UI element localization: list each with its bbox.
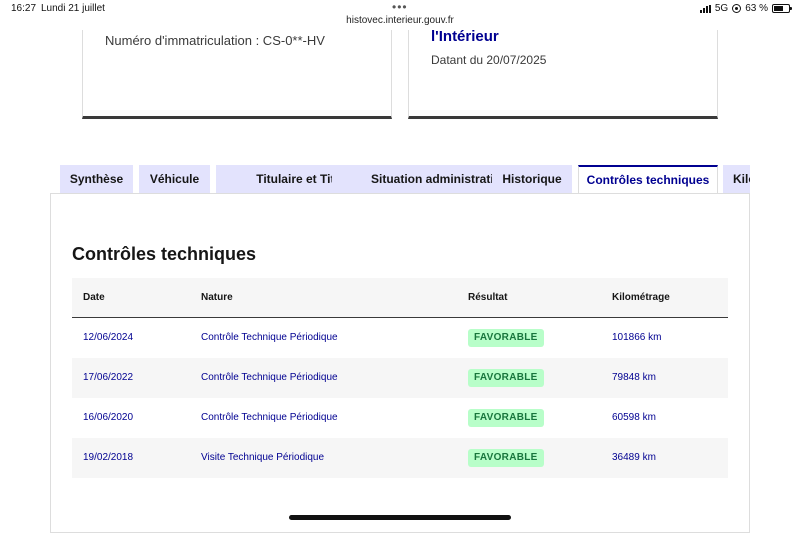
table-header: Date Nature Résultat Kilométrage xyxy=(72,278,728,318)
row-nature: Visite Technique Périodique xyxy=(201,452,325,463)
more-dots-icon[interactable]: ••• xyxy=(392,0,408,14)
battery-icon xyxy=(772,4,792,13)
row-date: 12/06/2024 xyxy=(83,332,134,343)
cell-signal-icon xyxy=(699,4,711,13)
result-badge: FAVORABLE xyxy=(468,369,544,387)
result-badge: FAVORABLE xyxy=(468,329,544,347)
source-title: l'Intérieur xyxy=(431,28,499,45)
row-nature: Contrôle Technique Périodique xyxy=(201,412,338,423)
source-date: Datant du 20/07/2025 xyxy=(431,53,547,67)
tab-vehicule[interactable]: Véhicule xyxy=(139,165,210,193)
status-bar: 16:27 Lundi 21 juillet ••• histovec.inte… xyxy=(0,0,800,30)
header-km: Kilométrage xyxy=(612,292,670,303)
tab-controles-techniques[interactable]: Contrôles techniques xyxy=(578,165,718,193)
tab-historique[interactable]: Historique xyxy=(492,165,572,193)
header-result: Résultat xyxy=(468,292,508,303)
plate-number: Numéro d'immatriculation : CS-0**-HV xyxy=(105,33,325,48)
row-nature: Contrôle Technique Périodique xyxy=(201,372,338,383)
status-indicators: 5G 63 % xyxy=(699,3,792,14)
tab-synthese[interactable]: Synthèse xyxy=(60,165,133,193)
row-date: 16/06/2020 xyxy=(83,412,134,423)
table-row: 12/06/2024 Contrôle Technique Périodique… xyxy=(72,318,728,358)
tab-kilometrage[interactable]: Kilo xyxy=(723,165,750,193)
controls-table: Date Nature Résultat Kilométrage 12/06/2… xyxy=(72,278,728,478)
location-icon xyxy=(732,4,742,13)
table-row: 17/06/2022 Contrôle Technique Périodique… xyxy=(72,358,728,398)
battery-fill xyxy=(774,6,783,11)
row-nature: Contrôle Technique Périodique xyxy=(201,332,338,343)
row-date: 17/06/2022 xyxy=(83,372,134,383)
vehicle-card: Numéro d'immatriculation : CS-0**-HV xyxy=(82,30,392,119)
header-date: Date xyxy=(83,292,105,303)
row-km: 36489 km xyxy=(612,452,656,463)
row-date: 19/02/2018 xyxy=(83,452,134,463)
home-indicator[interactable] xyxy=(289,515,511,520)
table-row: 16/06/2020 Contrôle Technique Périodique… xyxy=(72,398,728,438)
battery-percent: 63 % xyxy=(745,3,768,14)
address-bar-url[interactable]: histovec.interieur.gouv.fr xyxy=(0,15,800,26)
network-label: 5G xyxy=(714,3,729,14)
row-km: 101866 km xyxy=(612,332,662,343)
header-nature: Nature xyxy=(201,292,233,303)
section-title: Contrôles techniques xyxy=(72,244,257,264)
tab-bar: Synthèse Véhicule Titulaire et Titre Sit… xyxy=(60,165,750,193)
row-km: 60598 km xyxy=(612,412,656,423)
row-km: 79848 km xyxy=(612,372,656,383)
table-row: 19/02/2018 Visite Technique Périodique F… xyxy=(72,438,728,478)
status-date: Lundi 21 juillet xyxy=(41,3,105,14)
source-card: l'Intérieur Datant du 20/07/2025 xyxy=(408,28,718,119)
result-badge: FAVORABLE xyxy=(468,409,544,427)
result-badge: FAVORABLE xyxy=(468,449,544,467)
status-time: 16:27 xyxy=(11,3,37,14)
